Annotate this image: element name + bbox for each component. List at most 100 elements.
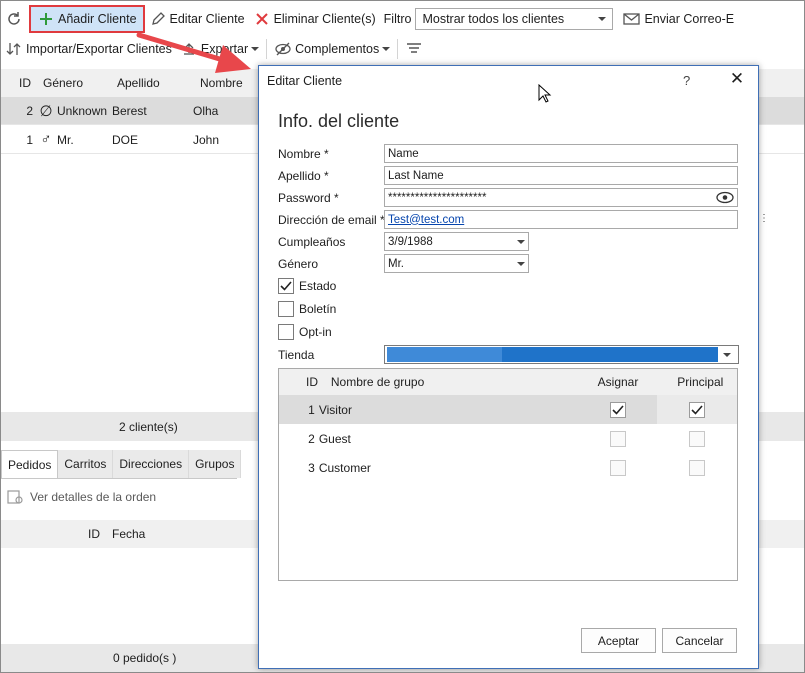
newsletter-checkbox[interactable] (278, 301, 294, 317)
optin-checkbox-row[interactable]: Opt-in (278, 324, 332, 340)
unknown-gender-icon: ∅ (39, 102, 53, 120)
optin-checkbox[interactable] (278, 324, 294, 340)
close-icon[interactable]: ✕ (727, 69, 747, 91)
col-id[interactable]: ID (1, 76, 43, 90)
mouse-cursor-icon (538, 84, 552, 103)
email-field[interactable]: Test@test.com (384, 210, 738, 229)
assign-checkbox[interactable] (609, 430, 626, 447)
tab-groups[interactable]: Grupos (189, 450, 242, 478)
col-first-name[interactable]: Nombre (200, 76, 260, 90)
group-row[interactable]: 1 Visitor (279, 395, 738, 424)
main-toolbar: Añadir Cliente Editar Cliente Eliminar C… (1, 4, 804, 33)
dialog-title: Editar Cliente (267, 74, 343, 88)
last-name-value: Last Name (388, 169, 444, 182)
export-button[interactable]: Exportar (176, 36, 263, 62)
gender-text: Unknown (57, 103, 107, 118)
orders-count: 0 pedido(s ) (113, 651, 177, 665)
newsletter-checkbox-row[interactable]: Boletín (278, 301, 336, 317)
edit-customer-button[interactable]: Editar Cliente (145, 6, 249, 32)
export-label: Exportar (200, 41, 249, 56)
check-icon (280, 281, 292, 291)
cell-id: 2 (26, 103, 33, 118)
app-window: Añadir Cliente Editar Cliente Eliminar C… (0, 0, 805, 673)
first-name-field[interactable]: Name (384, 144, 738, 163)
last-name-field[interactable]: Last Name (384, 166, 738, 185)
column-filter-button[interactable] (401, 36, 430, 62)
cancel-button[interactable]: Cancelar (662, 628, 737, 653)
delete-x-icon (253, 10, 271, 28)
add-customer-button[interactable]: Añadir Cliente (29, 4, 145, 33)
delete-customers-button[interactable]: Eliminar Cliente(s) (249, 6, 380, 32)
secondary-toolbar: Importar/Exportar Clientes Exportar Comp… (1, 34, 804, 63)
import-export-button[interactable]: Importar/Exportar Clientes (1, 36, 176, 62)
col-group-id[interactable]: ID (279, 375, 331, 389)
password-value: ********************** (388, 191, 487, 204)
tab-carts[interactable]: Carritos (58, 450, 114, 478)
first-name-value: Name (388, 147, 419, 160)
filter-label: Filtro (383, 11, 412, 26)
shop-selected-value (387, 347, 718, 362)
chevron-down-icon (251, 46, 260, 51)
addons-button[interactable]: Complementos (270, 36, 394, 62)
male-icon: ♂ (40, 131, 52, 148)
group-id: 3 (308, 460, 315, 475)
send-email-button[interactable]: Enviar Correo-E (619, 6, 738, 32)
col-last-name[interactable]: Apellido (117, 76, 200, 90)
shop-select[interactable] (384, 345, 739, 364)
view-order-details-button[interactable]: Ver detalles de la orden (7, 489, 156, 505)
envelope-icon (623, 10, 641, 28)
group-id: 1 (308, 402, 315, 417)
chevron-down-icon (517, 261, 525, 266)
password-field[interactable]: ********************** (384, 188, 738, 207)
chevron-down-icon (723, 352, 731, 357)
status-checkbox-row[interactable]: Estado (278, 278, 336, 294)
col-assign[interactable]: Asignar (598, 375, 678, 389)
check-icon (611, 404, 624, 415)
gender-select[interactable]: Mr. (384, 254, 529, 273)
assign-checkbox[interactable] (609, 459, 626, 476)
detail-tabs: Pedidos Carritos Direcciones Grupos (1, 450, 242, 478)
email-label: Dirección de email * (278, 213, 385, 227)
addons-label: Complementos (295, 41, 380, 56)
main-checkbox[interactable] (689, 401, 706, 418)
cell-first-name: John (193, 132, 220, 147)
import-export-icon (5, 40, 23, 58)
gender-label: Género (278, 257, 319, 271)
filter-select[interactable]: Mostrar todos los clientes (415, 7, 614, 30)
birthday-value: 3/9/1988 (388, 235, 433, 248)
edit-customer-dialog: Editar Cliente ? ✕ Info. del cliente Nom… (258, 65, 759, 669)
send-email-label: Enviar Correo-E (644, 11, 735, 26)
assign-checkbox[interactable] (609, 401, 626, 418)
group-id: 2 (308, 431, 315, 446)
help-icon[interactable]: ? (683, 73, 690, 88)
tab-orders[interactable]: Pedidos (1, 450, 59, 478)
toolbar-divider (266, 38, 268, 59)
email-link[interactable]: Test@test.com (388, 214, 464, 226)
toolbar-divider (397, 38, 399, 59)
chevron-down-icon (382, 46, 391, 51)
group-row[interactable]: 2 Guest (279, 424, 737, 453)
group-name: Guest (318, 431, 351, 446)
accept-button[interactable]: Aceptar (581, 628, 656, 653)
main-checkbox[interactable] (689, 459, 706, 476)
col-group-name[interactable]: Nombre de grupo (331, 375, 598, 389)
show-password-icon[interactable] (716, 191, 734, 204)
cell-first-name: Olha (193, 103, 219, 118)
group-row[interactable]: 3 Customer (279, 453, 737, 482)
refresh-button[interactable] (1, 6, 27, 32)
cell-id: 1 (26, 132, 33, 147)
col-order-id[interactable]: ID (88, 527, 112, 541)
splitter-grip-icon[interactable]: ⋮ (759, 213, 769, 224)
delete-customers-label: Eliminar Cliente(s) (273, 11, 376, 26)
group-name: Customer (318, 460, 371, 475)
col-main[interactable]: Principal (677, 375, 737, 389)
col-order-date[interactable]: Fecha (112, 527, 145, 541)
main-checkbox[interactable] (689, 430, 706, 447)
plus-icon (37, 10, 55, 28)
birthday-picker[interactable]: 3/9/1988 (384, 232, 529, 251)
status-checkbox[interactable] (278, 278, 294, 294)
col-gender[interactable]: Género (43, 76, 117, 90)
tab-addresses[interactable]: Direcciones (113, 450, 190, 478)
birthday-label: Cumpleaños (278, 235, 346, 249)
last-name-label: Apellido * (278, 169, 329, 183)
